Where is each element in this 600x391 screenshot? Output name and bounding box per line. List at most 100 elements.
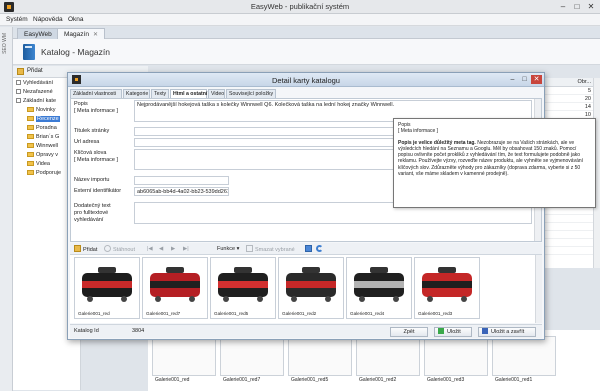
close-icon[interactable]: ✕ — [584, 2, 598, 12]
tooltip-body: Popis je velice důležitý meta tag. Nezob… — [398, 140, 591, 178]
description-tooltip: Popis [ Meta informace ] Popis je velice… — [393, 118, 596, 208]
dialog-minimize-icon[interactable]: – — [507, 75, 518, 84]
tree-item-label: Novinky — [36, 107, 56, 113]
menu-help[interactable]: Nápověda — [33, 16, 63, 23]
bg-thumbnail[interactable]: Galerie001_red1 — [492, 336, 556, 383]
refresh-icon[interactable] — [316, 245, 325, 254]
bg-thumbnail[interactable]: Galerie001_red3 — [424, 336, 488, 383]
tree-item-label: Videa — [36, 161, 50, 167]
tree-item-label: Recenze — [36, 116, 60, 122]
catalog-id-value: 3804 — [132, 328, 145, 334]
tree-item-label: Brian´s G — [36, 134, 60, 140]
bg-thumbnail[interactable]: Galerie001_red — [152, 336, 216, 383]
gallery-thumbnail[interactable]: Galerie001_red2 — [278, 257, 344, 319]
catalog-id-label: Katalog Id — [74, 328, 99, 334]
add-folder-icon[interactable] — [17, 68, 24, 75]
tree-item-poradna[interactable]: Poradna — [27, 125, 57, 133]
tree-item-label: Základní kate — [23, 98, 57, 104]
tooltip-lead: Popis je velice důležitý meta tag. — [398, 139, 476, 146]
bg-thumbnail[interactable]: Galerie001_red2 — [356, 336, 420, 383]
maximize-icon[interactable]: □ — [570, 2, 584, 12]
first-icon[interactable]: |◀ — [147, 245, 153, 253]
tab-magazin[interactable]: Magazín ✕ — [57, 28, 105, 39]
gallery-thumbnail[interactable]: Galerie001_red4 — [346, 257, 412, 319]
import-name-label: Název importu — [74, 177, 110, 183]
tree-checkbox[interactable] — [16, 98, 21, 103]
save-close-label: Uložit a zavřít — [491, 329, 525, 335]
window-titlebar: EasyWeb - publikační systém – □ ✕ — [0, 0, 600, 14]
prev-icon[interactable]: ◀ — [159, 245, 163, 253]
hockey-bag-image — [146, 261, 204, 307]
thumbnail-caption: Galerie001_red5 — [214, 311, 249, 316]
save-disk-icon — [482, 328, 488, 334]
gallery-download-button[interactable]: Stáhnout — [104, 245, 135, 254]
external-id-field[interactable]: ab6065ab-bb4d-4a02-bb23-539dd261 — [134, 187, 229, 196]
tree-item-search[interactable]: Vyhledávání — [16, 80, 53, 88]
image-gallery: Galerie001_red Galerie001_red7 Galerie001_… — [70, 255, 542, 323]
add-button[interactable]: Přidat — [27, 68, 43, 74]
description-label: Popis [ Meta informace ] — [74, 101, 119, 114]
tooltip-text: Nezobrazuje se na Vašich stránkách, ale … — [398, 139, 584, 178]
bg-thumbnail[interactable]: Galerie001_red7 — [220, 336, 284, 383]
close-tab-icon[interactable]: ✕ — [93, 32, 98, 38]
side-strip[interactable]: SEO WM — [0, 27, 13, 391]
grid-cell: 14 — [584, 104, 591, 110]
tree-checkbox[interactable] — [16, 80, 21, 85]
tree-item-videa[interactable]: Videa — [27, 161, 50, 169]
functions-dropdown[interactable]: Funkce ▾ — [217, 245, 239, 253]
gallery-thumbnail[interactable]: Galerie001_red5 — [210, 257, 276, 319]
thumbnail-caption: Galerie001_red7 — [223, 377, 261, 383]
tree-item-recenze[interactable]: Recenze — [27, 116, 60, 124]
delete-icon — [246, 245, 253, 252]
delete-selected-button[interactable]: Smazat vybrané — [246, 245, 295, 254]
import-name-field[interactable] — [134, 176, 229, 185]
save-close-button[interactable]: Uložit a zavřít — [478, 327, 536, 337]
folder-icon — [27, 170, 34, 175]
gallery-thumbnail[interactable]: Galerie001_red — [74, 257, 140, 319]
back-button[interactable]: Zpět — [390, 327, 428, 337]
tree-item-basic-category[interactable]: Základní kate — [16, 98, 56, 106]
tree-item-label: Poradna — [36, 125, 57, 131]
gallery-thumbnail[interactable]: Galerie001_red3 — [414, 257, 480, 319]
thumbnail-caption: Galerie001_red2 — [359, 377, 397, 383]
last-icon[interactable]: ▶| — [183, 245, 189, 253]
minimize-icon[interactable]: – — [556, 2, 570, 12]
tree-item-brians[interactable]: Brian´s G — [27, 134, 59, 142]
tree-item-unsorted[interactable]: Nezařazené — [16, 89, 53, 97]
tab-related-items[interactable]: Související položky — [226, 89, 276, 98]
tab-texts[interactable]: Texty — [151, 89, 169, 98]
gallery-download-label: Stáhnout — [113, 247, 136, 253]
tree-item-opravy[interactable]: Opravy v — [27, 152, 58, 160]
thumbnail-caption: Galerie001_red4 — [350, 311, 385, 316]
delete-selected-label: Smazat vybrané — [255, 247, 295, 253]
gallery-scrollbar[interactable] — [535, 255, 542, 323]
tab-basic-properties[interactable]: Základní vlastnosti — [70, 89, 122, 98]
menu-windows[interactable]: Okna — [68, 16, 84, 23]
tree-item-novinky[interactable]: Novinky — [27, 107, 56, 115]
thumbnail-caption: Galerie001_red — [78, 311, 110, 316]
page-header: Katalog - Magazín — [13, 39, 600, 65]
tab-easyweb[interactable]: EasyWeb — [17, 28, 59, 39]
hockey-bag-image — [78, 261, 136, 307]
folder-icon — [27, 125, 34, 130]
select-all-icon[interactable] — [305, 245, 314, 254]
dialog-close-icon[interactable]: ✕ — [531, 75, 542, 84]
gallery-thumbnail[interactable]: Galerie001_red7 — [142, 257, 208, 319]
menu-system[interactable]: Systém — [6, 16, 28, 23]
next-icon[interactable]: ▶ — [171, 245, 175, 253]
tree-checkbox[interactable] — [16, 89, 21, 94]
thumbnail-caption: Galerie001_red5 — [291, 377, 329, 383]
tree-item-winnwell[interactable]: Winnwell — [27, 143, 58, 151]
save-button[interactable]: Uložit — [434, 327, 472, 337]
tree-item-podporuje[interactable]: Podporuje — [27, 170, 61, 178]
gallery-add-button[interactable]: Přidat — [74, 245, 97, 254]
gallery-add-label: Přidat — [83, 247, 98, 253]
dialog-titlebar: Detail karty katalogu – □ ✕ — [68, 73, 544, 87]
tab-categories[interactable]: Kategorie — [123, 89, 150, 98]
url-label: Url adresa — [74, 139, 100, 145]
dialog-maximize-icon[interactable]: □ — [519, 75, 530, 84]
bg-thumbnail[interactable]: Galerie001_red5 — [288, 336, 352, 383]
thumbnail-caption: Galerie001_red7 — [146, 311, 181, 316]
tab-video[interactable]: Video — [208, 89, 225, 98]
page-title: Katalog - Magazín — [41, 47, 110, 57]
